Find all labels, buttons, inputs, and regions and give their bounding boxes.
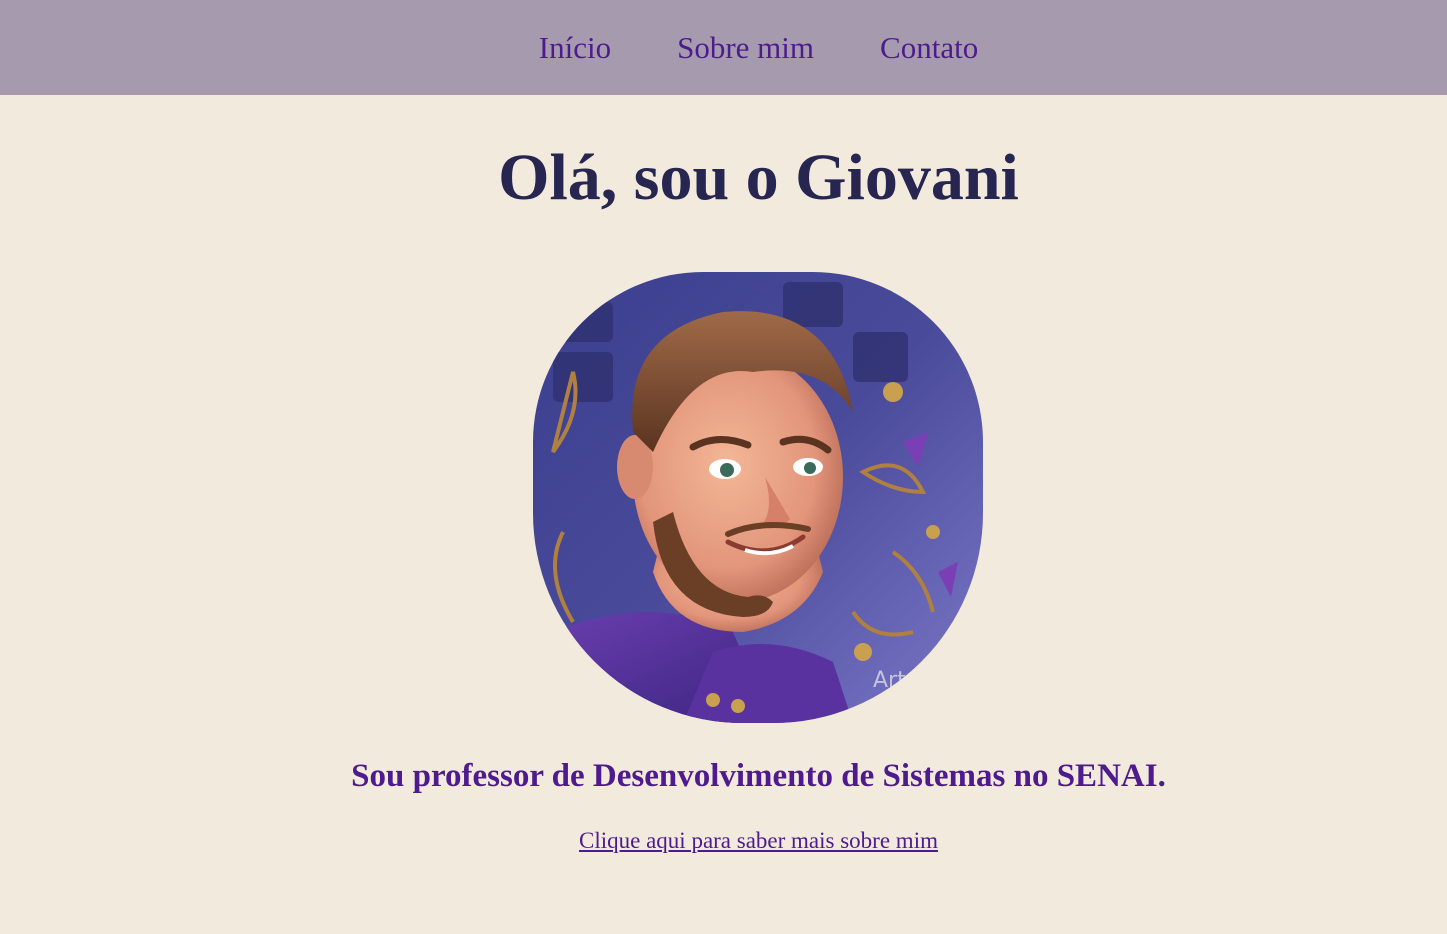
- more-link-container: Clique aqui para saber mais sobre mim: [0, 828, 1447, 854]
- nav-item-sobre-mim: Sobre mim: [677, 30, 814, 66]
- page-title: Olá, sou o Giovani: [498, 141, 1019, 214]
- nav-item-contato: Contato: [880, 30, 978, 66]
- about-me-link[interactable]: Clique aqui para saber mais sobre mim: [579, 828, 938, 853]
- top-navigation: Início Sobre mim Contato: [0, 0, 1447, 95]
- nav-link-sobre-mim[interactable]: Sobre mim: [677, 30, 814, 65]
- nav-link-contato[interactable]: Contato: [880, 30, 978, 65]
- profile-photo: Art: [533, 272, 983, 723]
- bio-text: Sou professor de Desenvolvimento de Sist…: [351, 758, 1166, 794]
- watermark-text: Art: [873, 668, 906, 693]
- nav-item-inicio: Início: [539, 30, 611, 66]
- nav-list: Início Sobre mim Contato: [469, 30, 978, 66]
- nav-link-inicio[interactable]: Início: [539, 30, 611, 65]
- profile-illustration: Art: [533, 272, 983, 723]
